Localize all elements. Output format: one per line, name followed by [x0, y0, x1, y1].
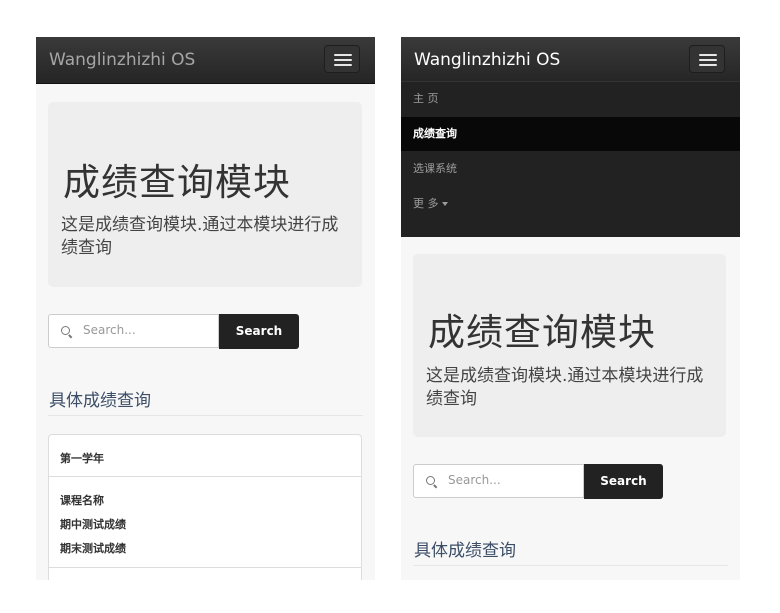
search-input[interactable]: Search... — [413, 464, 584, 498]
menu-item-label: 选课系统 — [413, 162, 457, 175]
nav-menu: 主 页 成绩查询 选课系统 更 多 — [401, 81, 740, 237]
panel-line-course: 课程名称 — [60, 494, 104, 507]
panel-line-final: 期末测试成绩 — [60, 542, 126, 555]
menu-item-more[interactable]: 更 多 — [401, 187, 740, 221]
section-title: 具体成绩查询 — [49, 391, 151, 411]
navbar-toggle-button[interactable] — [324, 45, 360, 73]
menu-item-grades[interactable]: 成绩查询 — [401, 117, 740, 151]
navbar-brand[interactable]: Wanglinzhizhi OS — [49, 50, 195, 70]
navbar: Wanglinzhizhi OS — [401, 37, 740, 84]
search-placeholder: Search... — [448, 473, 501, 487]
search-button[interactable]: Search — [584, 464, 663, 499]
caret-down-icon — [441, 202, 448, 206]
navbar-brand[interactable]: Wanglinzhizhi OS — [414, 50, 560, 70]
right-phone-screen: Wanglinzhizhi OS 主 页 成绩查询 选课系统 更 多 成绩查询模… — [401, 37, 740, 580]
panel-divider — [49, 567, 361, 568]
jumbotron: 成绩查询模块 这是成绩查询模块.通过本模块进行成绩查询 — [48, 102, 362, 287]
section-title: 具体成绩查询 — [414, 541, 516, 561]
navbar-toggle-button[interactable] — [689, 45, 725, 73]
menu-item-courses[interactable]: 选课系统 — [401, 152, 740, 186]
jumbotron-lead: 这是成绩查询模块.通过本模块进行成绩查询 — [426, 366, 704, 409]
panel-heading: 第一学年 — [49, 435, 361, 477]
menu-item-label: 主 页 — [413, 92, 439, 105]
hamburger-icon — [334, 54, 352, 56]
hamburger-icon — [699, 54, 717, 56]
page-title: 成绩查询模块 — [63, 161, 291, 204]
search-input[interactable]: Search... — [48, 314, 219, 348]
section-divider — [413, 565, 728, 566]
search-icon — [61, 326, 70, 335]
panel-line-midterm: 期中测试成绩 — [60, 518, 126, 531]
section-divider — [48, 415, 363, 416]
menu-item-label: 成绩查询 — [413, 127, 457, 140]
jumbotron: 成绩查询模块 这是成绩查询模块.通过本模块进行成绩查询 — [413, 254, 726, 437]
left-phone-screen: Wanglinzhizhi OS 成绩查询模块 这是成绩查询模块.通过本模块进行… — [36, 37, 375, 580]
search-icon — [426, 476, 435, 485]
navbar: Wanglinzhizhi OS — [36, 37, 375, 84]
search-button[interactable]: Search — [219, 314, 299, 349]
page-title: 成绩查询模块 — [428, 311, 656, 354]
search-placeholder: Search... — [83, 323, 136, 337]
panel-heading-label: 第一学年 — [60, 452, 104, 465]
menu-item-label: 更 多 — [413, 197, 439, 210]
menu-item-home[interactable]: 主 页 — [401, 82, 740, 116]
jumbotron-lead: 这是成绩查询模块.通过本模块进行成绩查询 — [61, 215, 339, 258]
grade-panel: 第一学年 课程名称 期中测试成绩 期末测试成绩 — [48, 434, 362, 580]
